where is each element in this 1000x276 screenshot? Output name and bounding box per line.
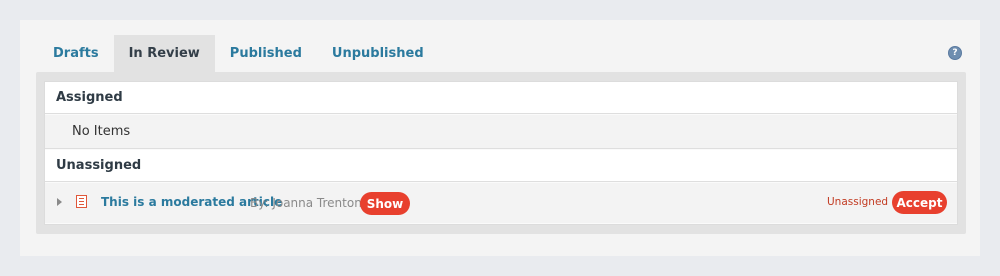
- assignment-status: Unassigned: [827, 196, 889, 208]
- assigned-section-header: Assigned: [45, 82, 957, 114]
- help-icon[interactable]: ?: [948, 46, 962, 60]
- show-button[interactable]: Show: [360, 192, 410, 215]
- list-item: This is a moderated article By: Joanna T…: [45, 183, 957, 223]
- tab-unpublished[interactable]: Unpublished: [317, 35, 439, 72]
- empty-text: No Items: [72, 124, 131, 139]
- tab-published[interactable]: Published: [215, 35, 317, 72]
- assigned-section-title: Assigned: [56, 90, 123, 105]
- status-tabs: Drafts In Review Published Unpublished: [38, 35, 439, 72]
- article-icon: [76, 195, 87, 208]
- item-author: By: Joanna Trenton: [250, 196, 362, 210]
- assigned-empty-row: No Items: [45, 115, 957, 149]
- tab-panel: Assigned No Items Unassigned This is a m…: [36, 72, 966, 234]
- tab-in-review[interactable]: In Review: [113, 35, 215, 72]
- tab-drafts[interactable]: Drafts: [38, 35, 114, 72]
- accept-button[interactable]: Accept: [892, 191, 947, 214]
- moderation-page: Drafts In Review Published Unpublished ?…: [20, 20, 980, 256]
- unassigned-section-header: Unassigned: [45, 150, 957, 182]
- unassigned-section-title: Unassigned: [56, 158, 142, 173]
- review-list: Assigned No Items Unassigned This is a m…: [44, 81, 958, 225]
- expand-caret-icon[interactable]: [57, 198, 62, 206]
